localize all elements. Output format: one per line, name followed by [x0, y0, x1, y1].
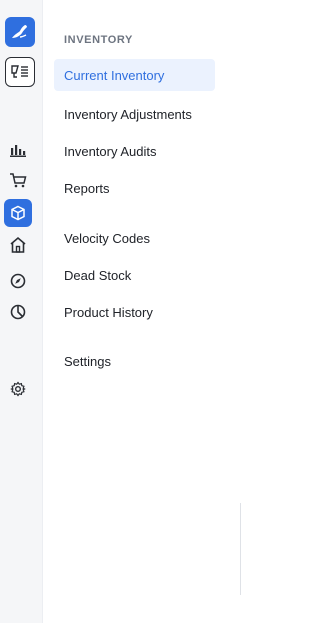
divider	[240, 503, 241, 595]
inventory-menu-panel: INVENTORY Current Inventory Inventory Ad…	[42, 0, 242, 623]
menu-item-label: Velocity Codes	[64, 230, 150, 246]
pie-chart-icon	[10, 304, 26, 320]
home-button[interactable]	[6, 233, 30, 257]
settings-button[interactable]	[6, 377, 30, 401]
icon-rail	[0, 0, 43, 623]
orders-button[interactable]	[6, 168, 30, 192]
menu-item-reports[interactable]: Reports	[54, 172, 215, 204]
box-icon	[11, 205, 25, 221]
menu-item-label: Product History	[64, 304, 153, 320]
menu-item-label: Inventory Adjustments	[64, 106, 192, 122]
menu-item-dead-stock[interactable]: Dead Stock	[54, 259, 215, 291]
analytics-button[interactable]	[6, 138, 30, 162]
logo-icon	[12, 25, 27, 38]
app-logo[interactable]	[5, 17, 35, 47]
menu-item-label: Settings	[64, 353, 111, 369]
menu-item-label: Dead Stock	[64, 267, 132, 283]
menu-item-label: Current Inventory	[64, 67, 165, 83]
menu-item-inventory-adjustments[interactable]: Inventory Adjustments	[54, 98, 215, 130]
menu-item-label: Inventory Audits	[64, 143, 157, 159]
bar-chart-icon	[10, 145, 26, 157]
menu-item-inventory-audits[interactable]: Inventory Audits	[54, 135, 215, 167]
gear-icon	[10, 381, 26, 397]
menu-item-label: Reports	[64, 180, 110, 196]
menu-item-velocity-codes[interactable]: Velocity Codes	[54, 222, 215, 254]
explore-button[interactable]	[6, 269, 30, 293]
menu-item-current-inventory[interactable]: Current Inventory	[54, 59, 215, 91]
menu-item-settings[interactable]: Settings	[54, 345, 215, 377]
scanner-icon	[11, 65, 28, 78]
cart-icon	[10, 173, 27, 188]
menu-item-product-history[interactable]: Product History	[54, 296, 215, 328]
compass-icon	[10, 273, 26, 289]
home-icon	[10, 236, 26, 253]
inventory-button[interactable]	[4, 199, 32, 227]
section-title: INVENTORY	[64, 34, 133, 46]
reports-button[interactable]	[6, 300, 30, 324]
scanner-button[interactable]	[5, 57, 35, 87]
